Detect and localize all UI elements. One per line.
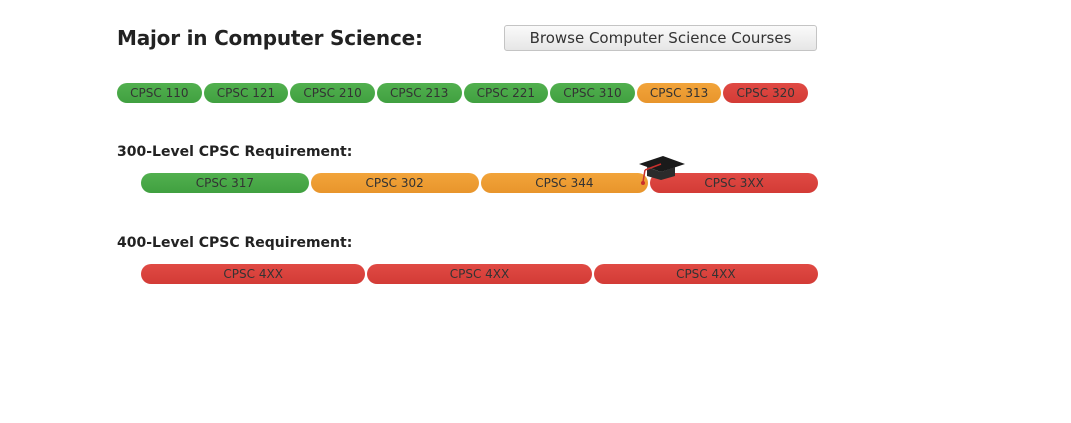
course-pill[interactable]: CPSC 121 xyxy=(203,83,289,103)
core-courses-track: CPSC 110 CPSC 121 CPSC 210 CPSC 213 CPSC 221… xyxy=(117,83,808,103)
course-pill[interactable]: CPSC 213 xyxy=(376,83,462,103)
major-progress-page: Major in Computer Science: Browse Comput… xyxy=(0,0,1071,423)
browse-courses-button[interactable]: Browse Computer Science Courses xyxy=(504,25,817,51)
course-pill[interactable]: CPSC 221 xyxy=(463,83,549,103)
course-pill[interactable]: CPSC 4XX xyxy=(367,264,592,284)
course-pill[interactable]: CPSC 313 xyxy=(636,83,722,103)
course-pill[interactable]: CPSC 210 xyxy=(290,83,375,103)
course-pill[interactable]: CPSC 302 xyxy=(310,173,479,193)
course-pill[interactable]: CPSC 110 xyxy=(117,83,202,103)
course-pill[interactable]: CPSC 310 xyxy=(550,83,635,103)
level-400-label: 400-Level CPSC Requirement: xyxy=(117,235,353,251)
level-300-label: 300-Level CPSC Requirement: xyxy=(117,144,353,160)
graduation-cap-icon xyxy=(639,156,685,185)
course-pill[interactable]: CPSC 317 xyxy=(141,173,309,193)
course-pill[interactable]: CPSC 4XX xyxy=(593,264,818,284)
course-pill[interactable]: CPSC 4XX xyxy=(141,264,366,284)
level-400-track: CPSC 4XX CPSC 4XX CPSC 4XX xyxy=(141,264,818,284)
level-300-track: CPSC 317 CPSC 302 CPSC 344 CPSC 3XX xyxy=(141,173,818,193)
course-pill[interactable]: CPSC 320 xyxy=(723,83,808,103)
course-pill[interactable]: CPSC 344 xyxy=(480,173,649,193)
page-title: Major in Computer Science: xyxy=(117,26,423,50)
